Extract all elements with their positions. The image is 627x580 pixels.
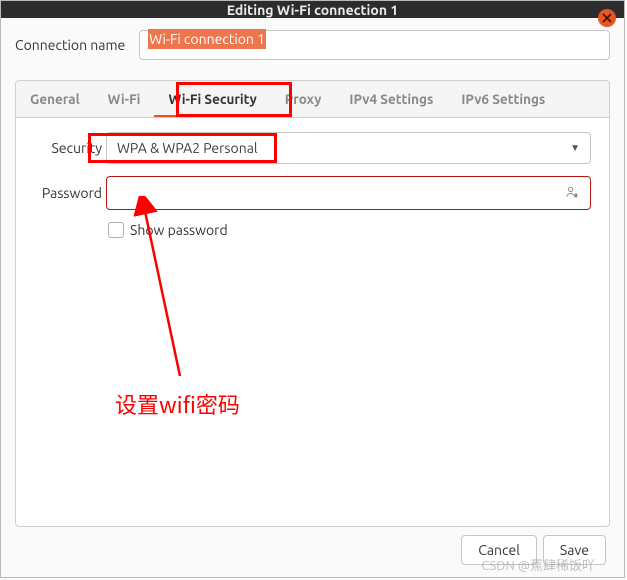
security-label: Security [34,140,106,156]
security-value: WPA & WPA2 Personal [117,140,258,156]
tab-wifi-security[interactable]: Wi-Fi Security [154,81,270,117]
connection-name-value: Wi-Fi connection 1 [148,29,266,49]
connection-name-row: Connection name Wi-Fi connection 1 [1,18,624,70]
password-label: Password [34,185,106,201]
show-password-checkbox[interactable] [108,222,124,238]
titlebar: Editing Wi-Fi connection 1 [1,1,624,18]
window-title: Editing Wi-Fi connection 1 [227,2,399,18]
connection-name-input[interactable]: Wi-Fi connection 1 [139,30,610,60]
tab-proxy[interactable]: Proxy [271,81,336,117]
cancel-button[interactable]: Cancel [461,535,537,565]
dialog-footer: Cancel Save [1,527,624,577]
user-lock-icon[interactable] [564,184,580,203]
security-select[interactable]: WPA & WPA2 Personal ▼ [106,132,591,164]
tab-wifi[interactable]: Wi-Fi [94,81,155,117]
tab-ipv6[interactable]: IPv6 Settings [447,81,559,117]
show-password-label: Show password [130,222,228,238]
tab-ipv4[interactable]: IPv4 Settings [335,81,447,117]
close-icon[interactable] [598,9,616,27]
save-button[interactable]: Save [543,535,606,565]
password-input[interactable] [106,176,591,210]
tab-panel-security: Security WPA & WPA2 Personal ▼ Password [15,117,610,527]
tabs: General Wi-Fi Wi-Fi Security Proxy IPv4 … [15,80,610,117]
connection-name-label: Connection name [15,37,125,53]
tab-general[interactable]: General [16,81,94,117]
chevron-down-icon: ▼ [570,142,580,154]
